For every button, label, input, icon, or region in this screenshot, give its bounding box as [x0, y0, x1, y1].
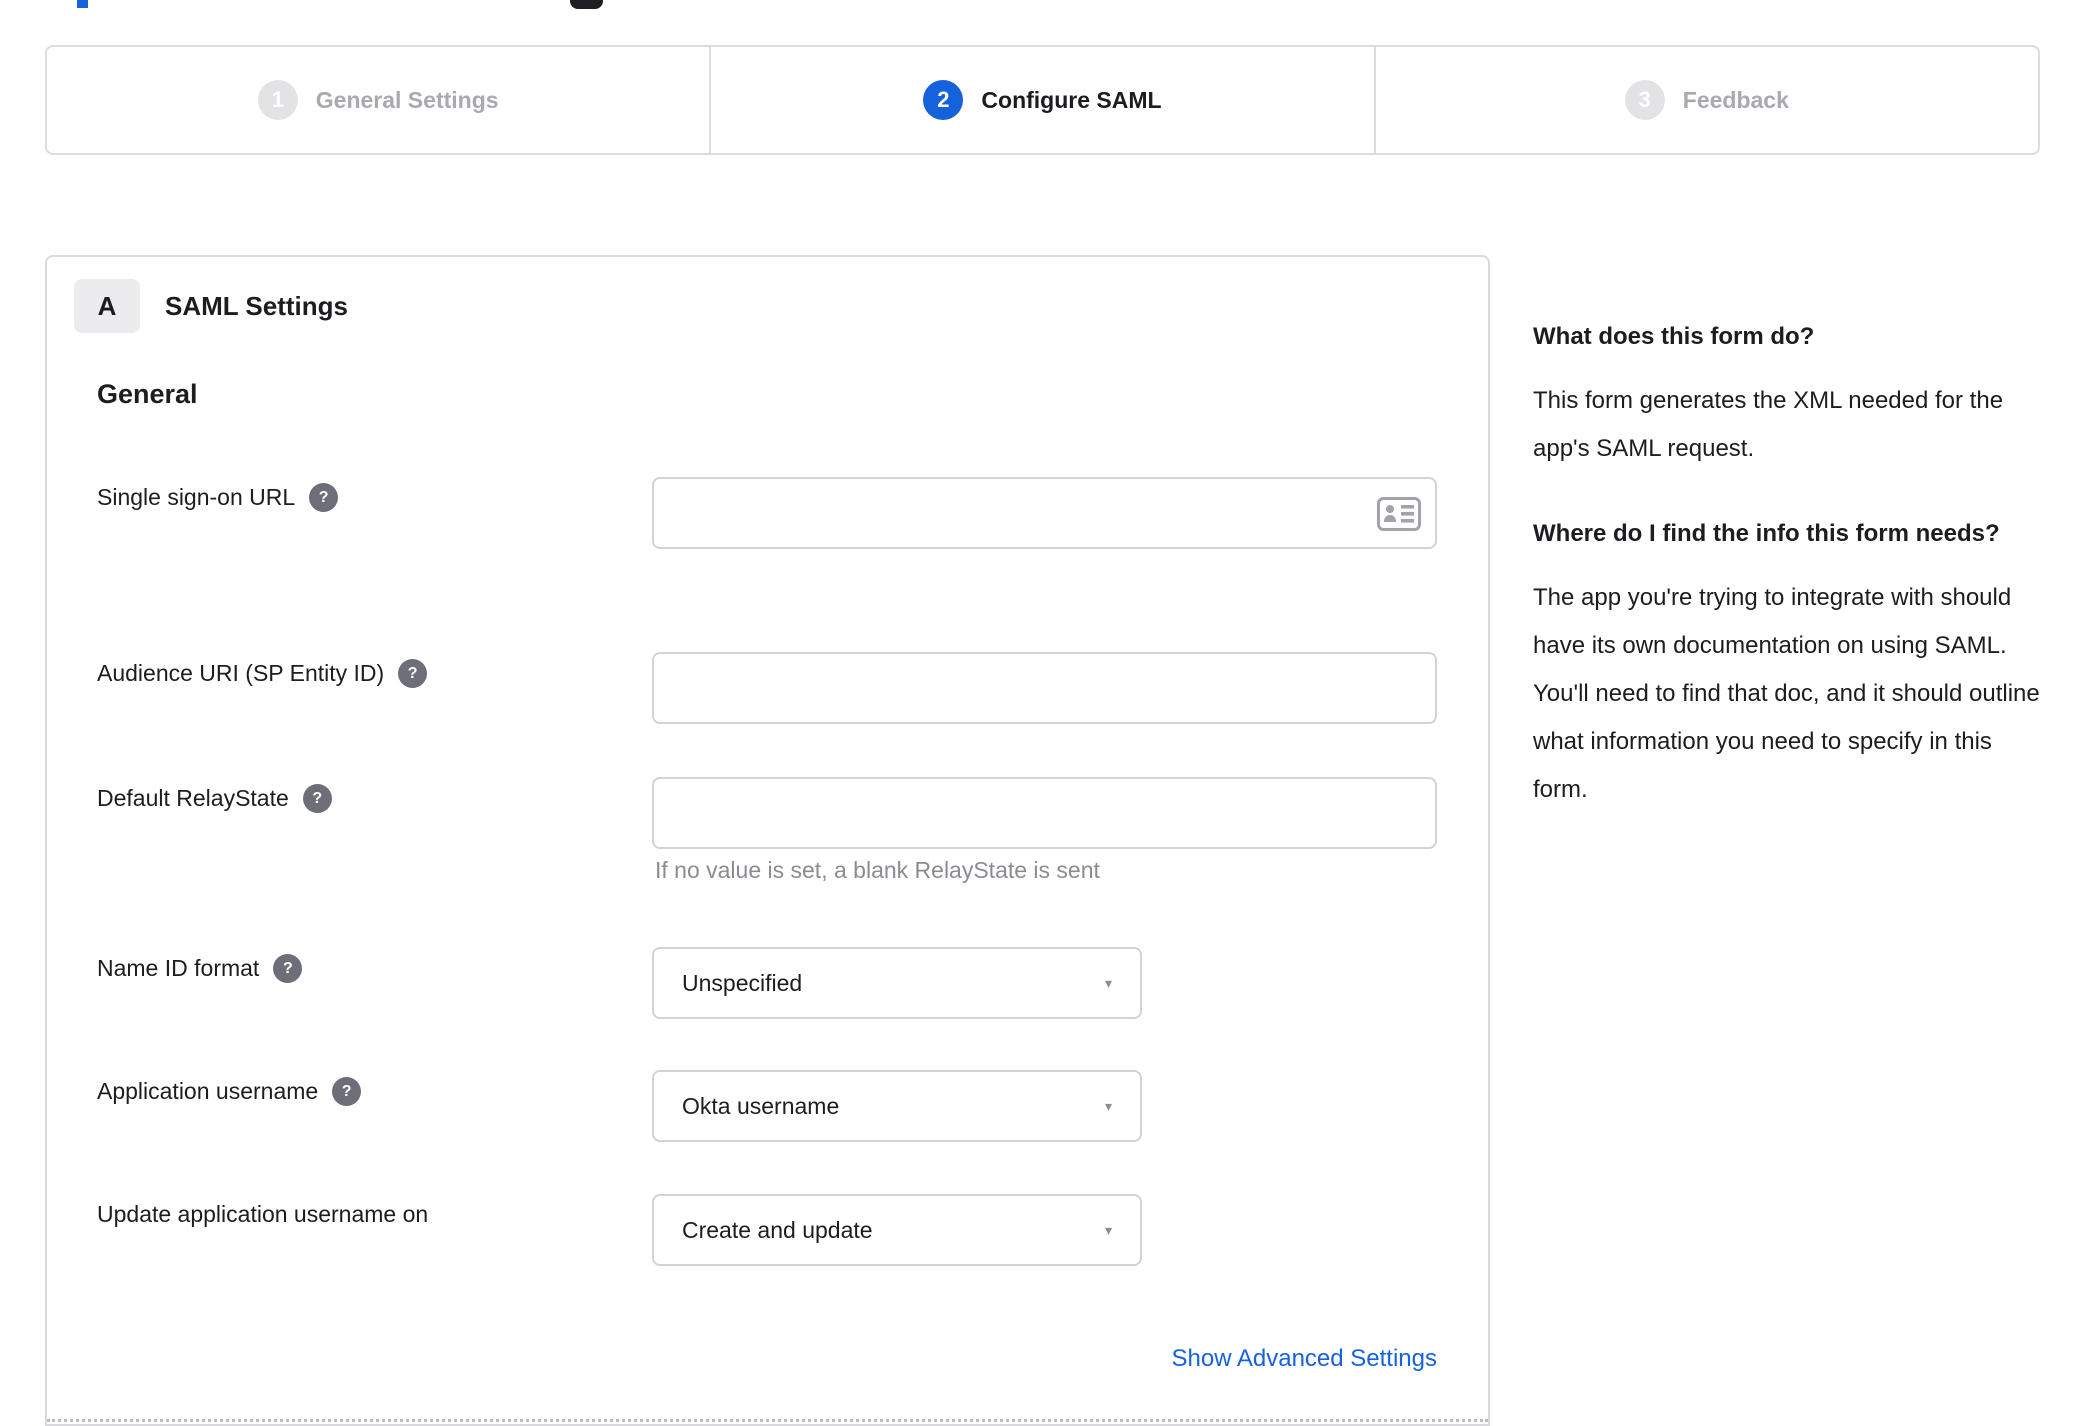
update-app-username-label: Update application username on	[97, 1201, 429, 1227]
sidebar-question-1: What does this form do?	[1533, 323, 1815, 350]
step-label: Configure SAML	[981, 86, 1162, 113]
section-title: SAML Settings	[165, 291, 348, 321]
sso-url-label-row: Single sign-on URL ?	[97, 483, 339, 512]
section-divider	[47, 1419, 1488, 1422]
relaystate-label: Default RelayState	[97, 785, 289, 811]
app-username-value: Okta username	[682, 1092, 840, 1119]
update-app-username-value: Create and update	[682, 1216, 873, 1243]
cropped-logo-fragment	[570, 0, 603, 9]
cropped-title-fragment	[77, 0, 88, 8]
sso-url-input[interactable]	[652, 477, 1437, 549]
audience-uri-label-row: Audience URI (SP Entity ID) ?	[97, 659, 428, 688]
step-general-settings[interactable]: 1 General Settings	[47, 47, 712, 153]
chevron-down-icon: ▾	[1104, 1221, 1112, 1238]
name-id-format-value: Unspecified	[682, 969, 803, 996]
show-advanced-settings-link[interactable]: Show Advanced Settings	[652, 1345, 1437, 1373]
sidebar-question-2: Where do I find the info this form needs…	[1533, 520, 2000, 548]
step-configure-saml[interactable]: 2 Configure SAML	[711, 47, 1376, 153]
name-id-format-label: Name ID format	[97, 955, 260, 981]
relaystate-hint: If no value is set, a blank RelayState i…	[655, 857, 1100, 883]
sidebar-answer-2: The app you're trying to integrate with …	[1533, 584, 2040, 804]
app-username-label-row: Application username ?	[97, 1077, 362, 1106]
section-badge: A	[74, 279, 140, 333]
sso-url-label: Single sign-on URL	[97, 484, 296, 510]
audience-uri-label: Audience URI (SP Entity ID)	[97, 660, 385, 686]
step-feedback[interactable]: 3 Feedback	[1376, 47, 2038, 153]
sidebar-answer-1: This form generates the XML needed for t…	[1533, 387, 2004, 463]
step-label: General Settings	[315, 86, 499, 113]
group-heading-general: General	[97, 379, 198, 409]
audience-uri-input[interactable]	[652, 652, 1437, 724]
wizard-steps: 1 General Settings 2 Configure SAML 3 Fe…	[45, 45, 2040, 155]
step-number-badge: 3	[1624, 80, 1665, 120]
app-username-help-icon[interactable]: ?	[332, 1077, 362, 1106]
relaystate-help-icon[interactable]: ?	[302, 784, 332, 813]
help-sidebar: What does this form do? This form genera…	[1533, 318, 2053, 856]
step-number-badge: 2	[923, 80, 964, 120]
sso-url-help-icon[interactable]: ?	[309, 483, 339, 512]
name-id-format-help-icon[interactable]: ?	[273, 954, 303, 983]
step-label: Feedback	[1682, 86, 1789, 113]
update-app-username-select[interactable]: Create and update ▾	[652, 1194, 1142, 1266]
saml-settings-panel: A SAML Settings General Single sign-on U…	[45, 255, 1490, 1426]
update-app-username-label-row: Update application username on	[97, 1201, 428, 1228]
app-username-select[interactable]: Okta username ▾	[652, 1070, 1142, 1142]
chevron-down-icon: ▾	[1104, 1097, 1112, 1114]
relaystate-label-row: Default RelayState ?	[97, 784, 332, 813]
name-id-format-label-row: Name ID format ?	[97, 954, 303, 983]
app-username-label: Application username	[97, 1078, 319, 1104]
name-id-format-select[interactable]: Unspecified ▾	[652, 947, 1142, 1019]
chevron-down-icon: ▾	[1104, 974, 1112, 991]
step-number-badge: 1	[257, 80, 298, 120]
relaystate-input[interactable]	[652, 777, 1437, 849]
audience-uri-help-icon[interactable]: ?	[398, 659, 428, 688]
